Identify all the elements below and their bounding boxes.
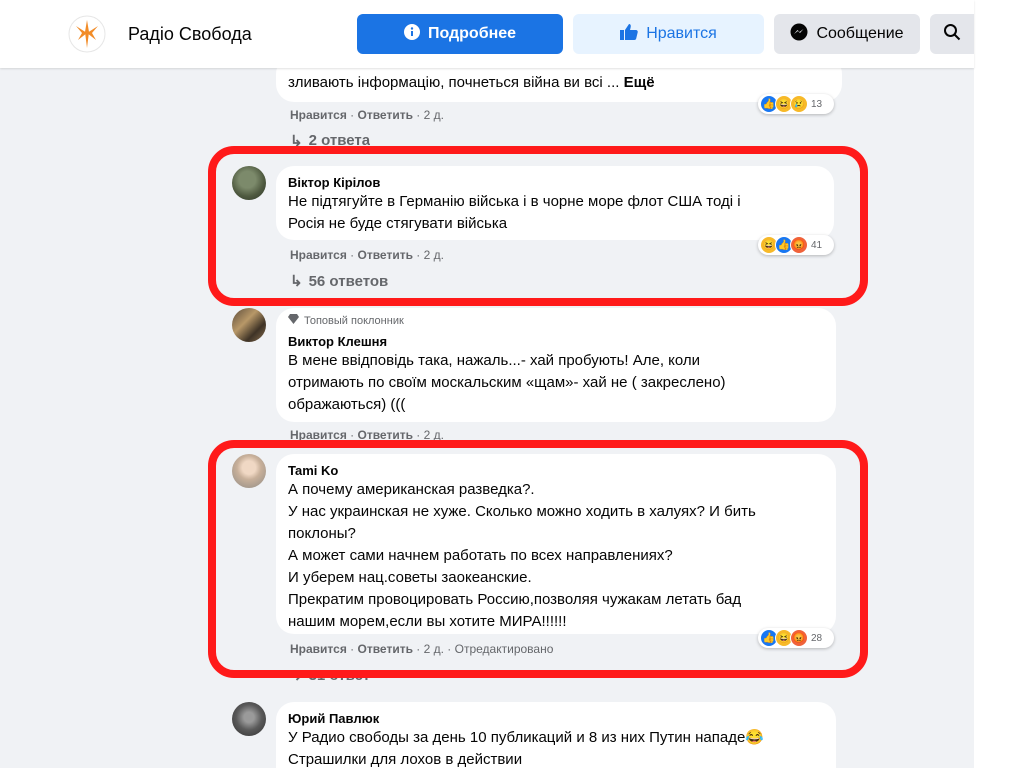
sad-reaction-icon: 😢 (790, 95, 808, 113)
reply-link[interactable]: Ответить (358, 108, 413, 122)
page-header: Радіо Свобода Подробнее Нравится Сообщен… (0, 0, 974, 68)
comment-author[interactable]: Юрий Павлюк (288, 710, 824, 727)
see-more-link[interactable]: Ещё (624, 74, 655, 91)
top-fan-badge: Топовый поклонник (288, 314, 824, 329)
page-name[interactable]: Радіо Свобода (128, 24, 252, 45)
info-icon (403, 23, 420, 45)
comment-bubble: Юрий Павлюк У Радио свободы за день 10 п… (276, 702, 836, 768)
search-button[interactable] (930, 14, 974, 54)
more-info-button[interactable]: Подробнее (357, 14, 563, 54)
like-page-label: Нравится (646, 25, 717, 42)
radio-svoboda-logo[interactable] (68, 14, 106, 54)
avatar[interactable] (232, 308, 266, 342)
reply-arrow-icon: ↳ (290, 133, 303, 146)
search-icon (943, 23, 961, 46)
reaction-summary[interactable]: 👍 😆 😢 13 (758, 94, 834, 114)
avatar[interactable] (232, 702, 266, 736)
like-link[interactable]: Нравится (290, 108, 347, 122)
comment-author[interactable]: Виктор Клешня (288, 333, 824, 350)
more-info-label: Подробнее (427, 25, 517, 42)
comment-bubble: Топовый поклонник Виктор Клешня В мене в… (276, 308, 836, 422)
comment-text: зливають інформацію, почнеться війна ви … (288, 74, 655, 91)
diamond-icon (288, 314, 299, 329)
like-page-button[interactable]: Нравится (573, 14, 764, 54)
message-label: Сообщение (816, 25, 904, 42)
comment-actions: Нравится · Ответить · 2 д. (290, 108, 444, 122)
comment-time[interactable]: 2 д. (424, 108, 444, 122)
reaction-count: 13 (811, 98, 823, 110)
highlight-box (208, 440, 868, 678)
message-button[interactable]: Сообщение (774, 14, 920, 54)
comment-text: В мене ввідповідь така, нажаль...- хай п… (288, 352, 726, 413)
window-edge (974, 0, 1024, 768)
messenger-icon (790, 23, 808, 46)
comment-text: У Радио свободы за день 10 публикаций и … (288, 729, 764, 768)
view-replies-link[interactable]: ↳ 2 ответа (290, 132, 370, 146)
highlight-box (208, 146, 868, 306)
thumbs-up-icon (620, 23, 638, 45)
